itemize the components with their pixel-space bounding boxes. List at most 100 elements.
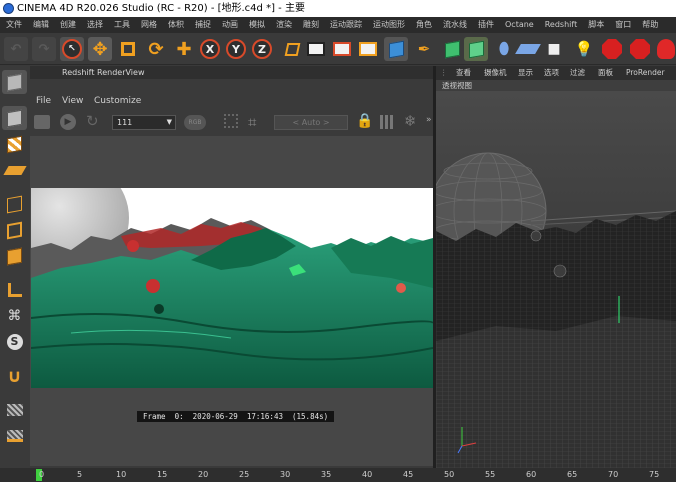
cube-icon[interactable] xyxy=(384,37,408,61)
tweak-mode-icon[interactable]: ⌘ xyxy=(2,304,27,328)
edges-mode-icon[interactable] xyxy=(2,218,27,242)
menu-script[interactable]: 脚本 xyxy=(582,17,609,33)
menu-simulate[interactable]: 模拟 xyxy=(243,17,270,33)
rgb-channel-icon[interactable]: RGB xyxy=(184,115,206,130)
menu-mograph[interactable]: 运动图形 xyxy=(367,17,410,33)
x-axis-icon[interactable]: X xyxy=(198,37,222,61)
menu-edit[interactable]: 编辑 xyxy=(27,17,54,33)
z-axis-icon[interactable]: Z xyxy=(250,37,274,61)
subdivision-icon[interactable] xyxy=(440,37,464,61)
play-icon[interactable]: ▶ xyxy=(60,114,76,130)
region-icon[interactable] xyxy=(224,114,238,128)
vp-menu-view[interactable]: 查看 xyxy=(456,66,471,80)
refresh-icon[interactable]: ↻ xyxy=(86,112,99,130)
menu-motion-tracking[interactable]: 运动跟踪 xyxy=(324,17,367,33)
render-view-icon[interactable] xyxy=(330,37,354,61)
aov-dropdown[interactable]: < Auto > xyxy=(274,115,348,130)
snap-icon[interactable]: S xyxy=(2,330,27,354)
redshift-light-icon[interactable] xyxy=(654,37,676,61)
menu-character[interactable]: 角色 xyxy=(410,17,437,33)
deformer-icon[interactable]: ⬮ xyxy=(492,37,516,61)
vp-menu-camera[interactable]: 摄像机 xyxy=(484,66,507,80)
texture-mode-icon[interactable] xyxy=(2,132,27,156)
title-bar: CINEMA 4D R20.026 Studio (RC - R20) - [地… xyxy=(0,0,676,17)
rv-menu-customize[interactable]: Customize xyxy=(94,93,141,109)
redshift-ipr-icon[interactable] xyxy=(600,37,624,61)
render-region-icon[interactable] xyxy=(304,37,328,61)
rv-menu-file[interactable]: File xyxy=(36,93,51,109)
tick-label: 10 xyxy=(116,470,127,479)
lock-icon[interactable]: 🔒 xyxy=(356,113,373,129)
snapshot-select[interactable]: 111 ▼ xyxy=(112,115,176,130)
array-icon[interactable] xyxy=(464,37,488,61)
menu-bar: 文件 编辑 创建 选择 工具 网格 体积 捕捉 动画 模拟 渲染 雕刻 运动跟踪… xyxy=(0,17,676,33)
move-icon[interactable]: ✚ xyxy=(172,37,196,61)
tick-label: 70 xyxy=(608,470,619,479)
lock-workplane-icon[interactable] xyxy=(2,398,27,422)
menu-help[interactable]: 帮助 xyxy=(636,17,663,33)
perspective-viewport[interactable] xyxy=(436,91,676,468)
vp-menu-panel[interactable]: 面板 xyxy=(598,66,613,80)
rendered-terrain-image xyxy=(31,188,433,388)
light-icon[interactable]: 💡 xyxy=(572,37,596,61)
menu-volume[interactable]: 体积 xyxy=(162,17,189,33)
menu-create[interactable]: 创建 xyxy=(54,17,81,33)
cinema4d-logo-icon xyxy=(3,3,14,14)
object-mode-icon[interactable] xyxy=(2,106,27,130)
crop-icon[interactable]: ⌗ xyxy=(248,113,256,131)
menu-file[interactable]: 文件 xyxy=(0,17,27,33)
render-view-title: Redshift RenderView xyxy=(62,68,145,77)
vp-menu-prorender[interactable]: ProRender xyxy=(626,66,665,80)
menu-render[interactable]: 渲染 xyxy=(270,17,297,33)
menu-window[interactable]: 窗口 xyxy=(609,17,636,33)
pen-icon[interactable]: ✒ xyxy=(412,37,436,61)
points-mode-icon[interactable] xyxy=(2,192,27,216)
vp-menu-filter[interactable]: 过滤 xyxy=(570,66,585,80)
camera-icon[interactable]: ■ xyxy=(542,37,566,61)
viewport-grip-icon[interactable]: ⋮ xyxy=(440,66,448,80)
axis-mode-icon[interactable] xyxy=(2,278,27,302)
redshift-stop-icon[interactable] xyxy=(628,37,652,61)
undo-icon[interactable]: ↶ xyxy=(4,37,28,61)
vp-menu-options[interactable]: 选项 xyxy=(544,66,559,80)
menu-select[interactable]: 选择 xyxy=(81,17,108,33)
menu-animate[interactable]: 动画 xyxy=(216,17,243,33)
model-mode-icon[interactable] xyxy=(2,70,27,94)
chevron-right-icon[interactable]: » xyxy=(426,115,432,125)
move-icon[interactable]: ✥ xyxy=(88,37,112,61)
menu-pipeline[interactable]: 流水线 xyxy=(437,17,472,33)
rotate-icon[interactable]: ⟳ xyxy=(144,37,168,61)
vp-menu-display[interactable]: 显示 xyxy=(518,66,533,80)
polygons-mode-icon[interactable] xyxy=(2,244,27,268)
tick-label: 15 xyxy=(157,470,168,479)
tick-label: 50 xyxy=(444,470,455,479)
magnet-icon[interactable]: ∪ xyxy=(2,364,27,388)
tick-label: 40 xyxy=(362,470,373,479)
y-axis-icon[interactable]: Y xyxy=(224,37,248,61)
workplane-mode-icon[interactable] xyxy=(2,424,27,448)
tick-label: 0 xyxy=(39,470,45,479)
timeline-ruler[interactable]: 0 5 10 15 20 25 30 35 40 45 50 55 60 65 … xyxy=(0,468,676,482)
menu-octane[interactable]: Octane xyxy=(499,17,539,33)
coordinate-system-icon[interactable] xyxy=(280,37,304,61)
redo-icon[interactable]: ↷ xyxy=(32,37,56,61)
menu-mesh[interactable]: 网格 xyxy=(135,17,162,33)
grid-icon[interactable] xyxy=(380,115,394,129)
menu-plugins[interactable]: 插件 xyxy=(472,17,499,33)
render-settings-icon[interactable] xyxy=(356,37,380,61)
scale-icon[interactable] xyxy=(116,37,140,61)
menu-tools[interactable]: 工具 xyxy=(108,17,135,33)
viewport-menu: ⋮ 查看 摄像机 显示 选项 过滤 面板 ProRender xyxy=(436,66,676,80)
rv-menu-view[interactable]: View xyxy=(62,93,83,109)
snowflake-icon[interactable]: ❄ xyxy=(404,112,417,130)
floor-icon[interactable] xyxy=(515,37,541,61)
x-axis-label: X xyxy=(200,39,220,59)
live-selection-icon[interactable]: ↖ xyxy=(60,37,84,61)
menu-sculpt[interactable]: 雕刻 xyxy=(297,17,324,33)
tick-label: 65 xyxy=(567,470,578,479)
tick-label: 60 xyxy=(526,470,537,479)
clapper-icon[interactable] xyxy=(34,115,50,129)
menu-snap[interactable]: 捕捉 xyxy=(189,17,216,33)
workplane-icon[interactable] xyxy=(2,158,27,182)
menu-redshift[interactable]: Redshift xyxy=(539,17,582,33)
